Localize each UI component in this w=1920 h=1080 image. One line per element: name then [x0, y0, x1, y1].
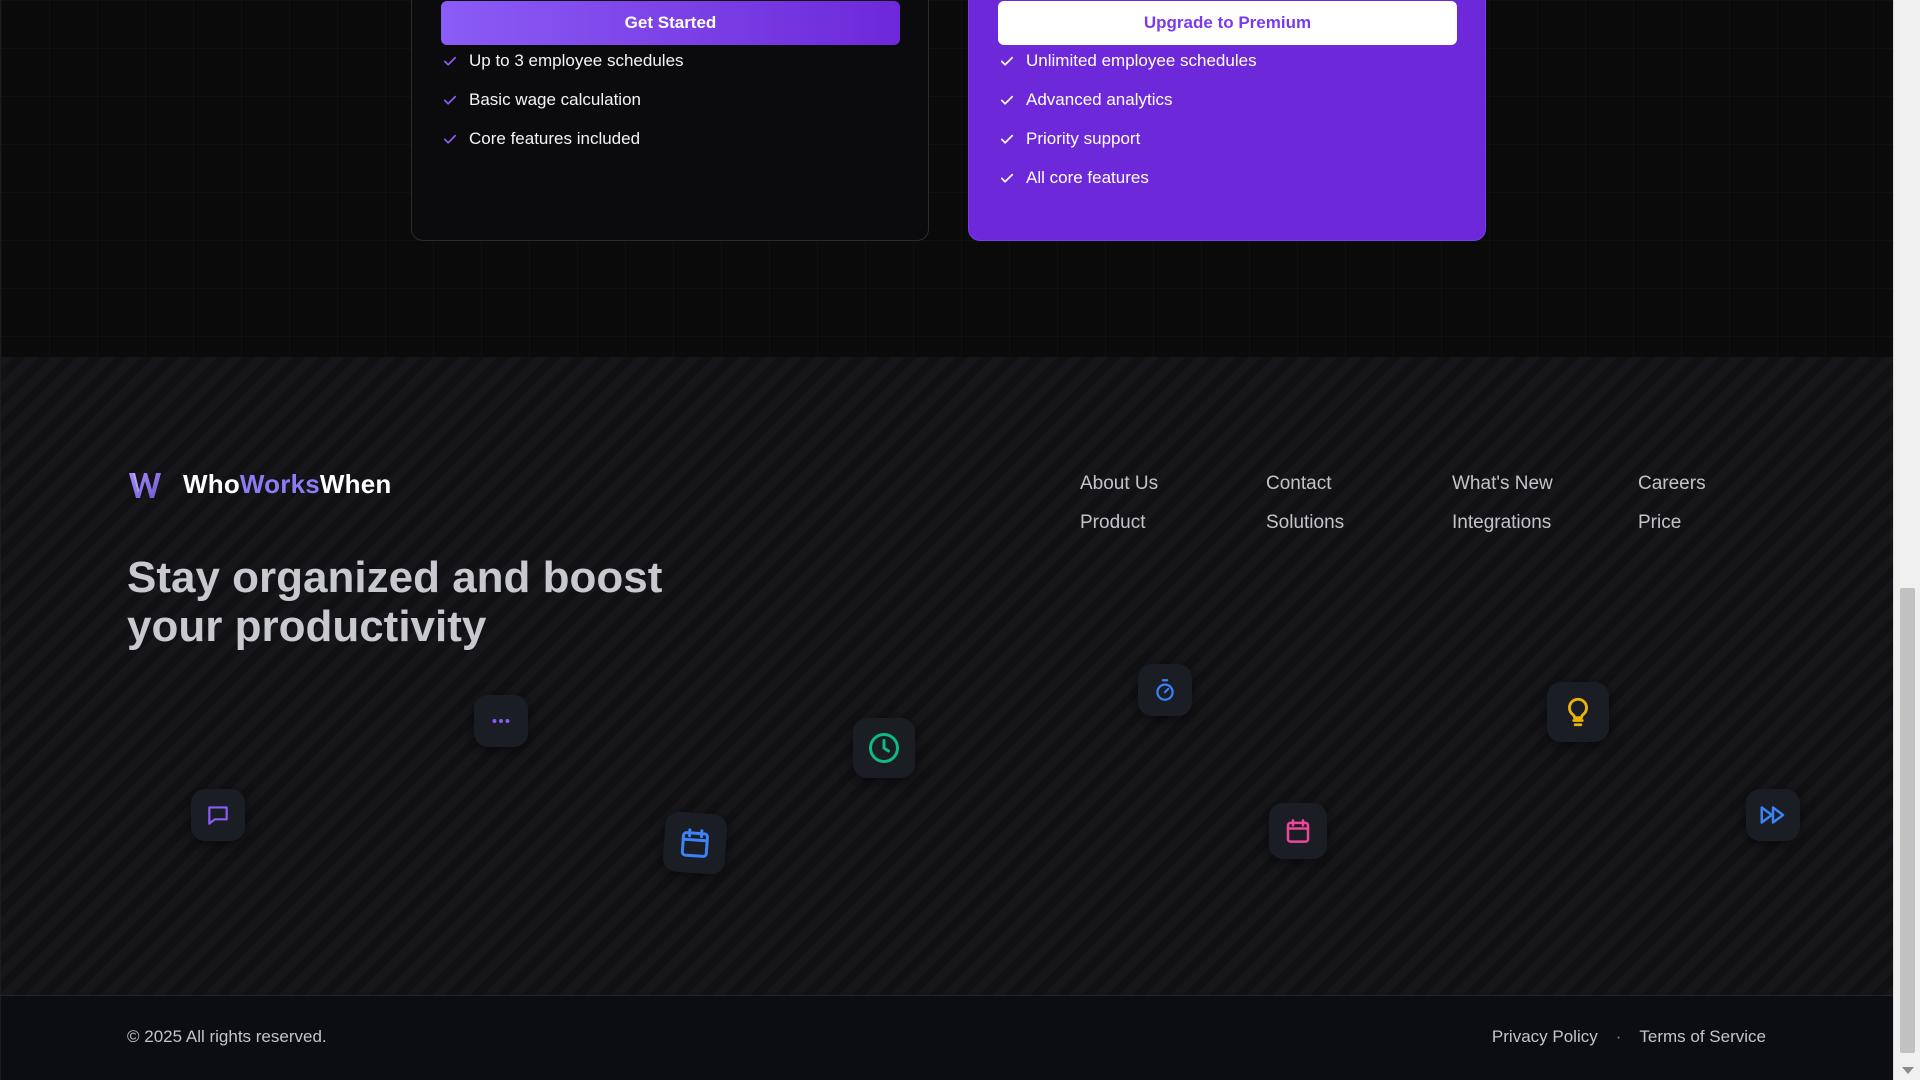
chat-icon-tile [191, 789, 245, 841]
check-icon [1000, 56, 1014, 66]
nav-link-price[interactable]: Price [1638, 510, 1778, 535]
nav-link-solutions[interactable]: Solutions [1266, 510, 1452, 535]
feature-label: Basic wage calculation [469, 89, 641, 109]
fast-forward-icon-tile [1746, 789, 1800, 841]
footer-nav: About Us Contact What's New Careers Prod… [1080, 471, 1778, 535]
check-icon [1000, 173, 1014, 183]
calendar-icon-tile [661, 810, 729, 876]
copyright-text: © 2025 All rights reserved. [127, 1027, 327, 1046]
feature-label: All core features [1026, 167, 1149, 187]
feature-label: Advanced analytics [1026, 89, 1173, 109]
stopwatch-icon [1156, 679, 1174, 701]
bottom-bar: © 2025 All rights reserved. Privacy Poli… [0, 995, 1893, 1080]
free-plan-features: Up to 3 employee schedules Basic wage ca… [441, 41, 684, 158]
vertical-scrollbar[interactable] [1893, 0, 1920, 1080]
brand-name-part3: When [319, 469, 392, 499]
chat-icon [208, 806, 228, 825]
premium-plan-features: Unlimited employee schedules Advanced an… [998, 41, 1257, 197]
nav-link-careers[interactable]: Careers [1638, 471, 1778, 496]
terms-of-service-link[interactable]: Terms of Service [1639, 1027, 1766, 1047]
brand-name-part2: Works [239, 469, 320, 499]
feature-label: Up to 3 employee schedules [469, 50, 684, 70]
calendar-icon [680, 828, 709, 858]
feature-item: Advanced analytics [998, 80, 1257, 119]
pricing-section: Get Started Up to 3 employee schedules B… [0, 0, 1893, 357]
privacy-policy-link[interactable]: Privacy Policy [1492, 1027, 1598, 1047]
scroll-down-arrow-icon[interactable] [1902, 1067, 1914, 1074]
nav-link-contact[interactable]: Contact [1266, 471, 1452, 496]
legal-links: Privacy Policy · Terms of Service [1492, 1027, 1766, 1047]
logo-w-icon [129, 472, 161, 498]
feature-item: Core features included [441, 119, 684, 158]
free-plan-card: Get Started Up to 3 employee schedules B… [411, 0, 929, 241]
check-icon [1000, 134, 1014, 144]
get-started-button[interactable]: Get Started [441, 1, 900, 45]
feature-item: All core features [998, 158, 1257, 197]
feature-label: Core features included [469, 128, 641, 148]
calendar-icon [1286, 819, 1310, 843]
clock-icon [869, 733, 899, 763]
nav-link-product[interactable]: Product [1080, 510, 1266, 535]
premium-plan-card: Upgrade to Premium Unlimited employee sc… [968, 0, 1486, 241]
feature-label: Unlimited employee schedules [1026, 50, 1257, 70]
feature-item: Unlimited employee schedules [998, 41, 1257, 80]
nav-link-about-us[interactable]: About Us [1080, 471, 1266, 496]
check-icon [443, 95, 457, 105]
footer: WhoWorksWhen Stay organized and boost yo… [0, 357, 1893, 995]
nav-link-whats-new[interactable]: What's New [1452, 471, 1638, 496]
feature-item: Priority support [998, 119, 1257, 158]
check-icon [443, 134, 457, 144]
separator-dot: · [1615, 1027, 1622, 1046]
check-icon [443, 56, 457, 66]
calendar-pink-icon-tile [1269, 803, 1327, 859]
brand-name-part1: Who [183, 469, 240, 499]
nav-link-integrations[interactable]: Integrations [1452, 510, 1638, 535]
footer-tagline: Stay organized and boost your productivi… [127, 553, 663, 651]
more-dots-icon-tile [474, 695, 528, 747]
feature-item: Basic wage calculation [441, 80, 684, 119]
brand-name: WhoWorksWhen [183, 469, 391, 500]
brand[interactable]: WhoWorksWhen [127, 469, 391, 500]
clock-icon-tile [853, 718, 915, 778]
lightbulb-icon [1568, 697, 1588, 727]
feature-label: Priority support [1026, 128, 1141, 148]
scrollbar-thumb[interactable] [1900, 588, 1915, 1053]
check-icon [1000, 95, 1014, 105]
more-dots-icon [492, 719, 510, 723]
lightbulb-icon-tile [1547, 682, 1609, 742]
upgrade-premium-button[interactable]: Upgrade to Premium [998, 1, 1457, 45]
fast-forward-icon [1760, 806, 1785, 824]
feature-item: Up to 3 employee schedules [441, 41, 684, 80]
stopwatch-icon-tile [1138, 664, 1192, 716]
